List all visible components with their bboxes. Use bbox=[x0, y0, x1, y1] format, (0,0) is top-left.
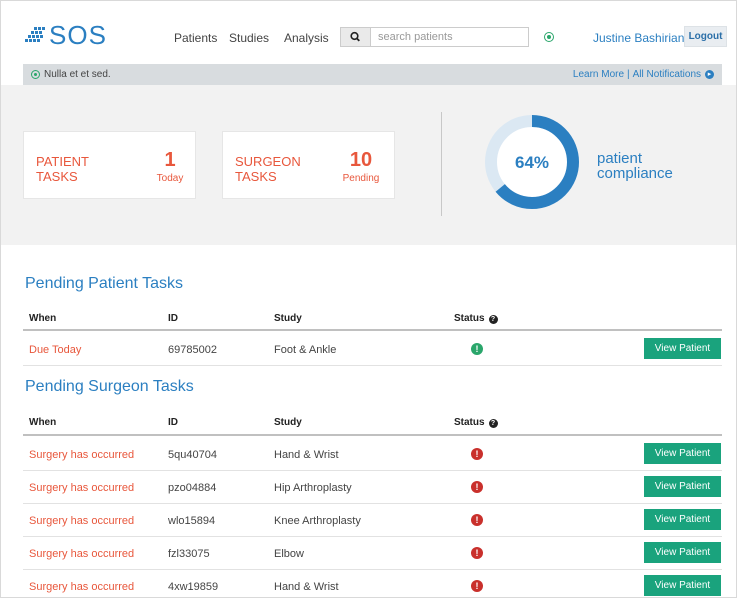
task-when: Surgery has occurred bbox=[29, 449, 135, 461]
col-status: Status? bbox=[454, 313, 498, 324]
pending-patient-tasks-title: Pending Patient Tasks bbox=[25, 275, 184, 292]
nav-studies[interactable]: Studies bbox=[229, 31, 269, 45]
surgeon-tasks-count: 10 bbox=[349, 149, 373, 171]
stats-panel: PATIENT TASKS 1 Today SURGEON TASKS 10 P… bbox=[1, 85, 736, 245]
search-icon bbox=[350, 31, 360, 42]
row-divider bbox=[23, 503, 722, 504]
logout-button[interactable]: Logout bbox=[684, 26, 727, 47]
patient-tasks-sub: Today bbox=[156, 173, 184, 184]
task-study: Hip Arthroplasty bbox=[274, 482, 352, 494]
task-id: fzl33075 bbox=[168, 548, 210, 560]
compliance-label-line2: compliance bbox=[597, 165, 673, 182]
learn-more-link[interactable]: Learn More bbox=[573, 69, 624, 80]
link-separator: | bbox=[627, 69, 630, 80]
row-divider bbox=[23, 365, 722, 366]
task-study: Hand & Wrist bbox=[274, 449, 339, 461]
compliance-label: patient compliance bbox=[597, 151, 673, 181]
col-status-label: Status bbox=[454, 417, 485, 428]
compliance-gauge: 64% bbox=[485, 115, 579, 209]
notification-links: Learn More | All Notifications ▸ bbox=[573, 69, 714, 80]
status-alert-icon: ! bbox=[471, 514, 483, 526]
row-divider bbox=[23, 569, 722, 570]
pending-surgeon-tasks-title: Pending Surgeon Tasks bbox=[25, 378, 194, 395]
top-bar: SOS Patients Studies Analysis Justine Ba… bbox=[1, 1, 736, 61]
task-study: Foot & Ankle bbox=[274, 344, 337, 356]
patient-tasks-label: PATIENT TASKS bbox=[36, 154, 89, 184]
help-icon[interactable]: ? bbox=[488, 419, 498, 428]
task-id: wlo15894 bbox=[168, 515, 216, 527]
view-patient-button[interactable]: View Patient bbox=[644, 338, 721, 359]
task-when: Surgery has occurred bbox=[29, 515, 135, 527]
nav-patients[interactable]: Patients bbox=[174, 31, 217, 45]
col-status-label: Status bbox=[454, 313, 485, 324]
table-header-divider bbox=[23, 329, 722, 331]
arrow-circle-icon[interactable]: ▸ bbox=[705, 70, 714, 79]
patient-tasks-label-line1: PATIENT bbox=[36, 154, 89, 169]
compliance-percent: 64% bbox=[515, 153, 549, 172]
task-when: Surgery has occurred bbox=[29, 548, 135, 560]
col-when: When bbox=[29, 417, 57, 428]
col-study: Study bbox=[274, 417, 302, 428]
surgeon-tasks-label-line1: SURGEON bbox=[235, 154, 301, 169]
col-id: ID bbox=[168, 313, 178, 324]
user-name-link[interactable]: Justine Bashirian bbox=[593, 31, 684, 45]
view-patient-button[interactable]: View Patient bbox=[644, 575, 721, 596]
logo[interactable]: SOS bbox=[25, 22, 107, 48]
patient-tasks-count: 1 bbox=[164, 149, 176, 171]
search-input[interactable] bbox=[371, 27, 529, 47]
status-ok-icon: ! bbox=[471, 343, 483, 355]
logo-grid-icon bbox=[25, 26, 45, 42]
view-patient-button[interactable]: View Patient bbox=[644, 509, 721, 530]
compliance-label-line1: patient bbox=[597, 150, 643, 167]
search-button[interactable] bbox=[340, 27, 371, 47]
task-id: pzo04884 bbox=[168, 482, 217, 494]
help-icon[interactable]: ? bbox=[488, 315, 498, 324]
notification-status-icon bbox=[31, 70, 40, 79]
view-patient-button[interactable]: View Patient bbox=[644, 476, 721, 497]
surgeon-tasks-label: SURGEON TASKS bbox=[235, 154, 301, 184]
notification-bar: Nulla et et sed. Learn More | All Notifi… bbox=[23, 64, 722, 85]
row-divider bbox=[23, 470, 722, 471]
status-alert-icon: ! bbox=[471, 481, 483, 493]
table-header-divider bbox=[23, 434, 722, 436]
task-when: Surgery has occurred bbox=[29, 581, 135, 593]
patient-tasks-label-line2: TASKS bbox=[36, 169, 78, 184]
status-alert-icon: ! bbox=[471, 448, 483, 460]
surgeon-tasks-sub: Pending bbox=[342, 173, 380, 184]
task-id: 5qu40704 bbox=[168, 449, 217, 461]
nav-analysis[interactable]: Analysis bbox=[284, 31, 329, 45]
surgeon-tasks-card[interactable]: SURGEON TASKS 10 Pending bbox=[222, 131, 395, 199]
view-patient-button[interactable]: View Patient bbox=[644, 542, 721, 563]
row-divider bbox=[23, 536, 722, 537]
patient-tasks-card[interactable]: PATIENT TASKS 1 Today bbox=[23, 131, 196, 199]
online-status-icon bbox=[544, 32, 554, 42]
logo-text: SOS bbox=[49, 20, 107, 50]
status-alert-icon: ! bbox=[471, 547, 483, 559]
task-study: Elbow bbox=[274, 548, 304, 560]
col-study: Study bbox=[274, 313, 302, 324]
view-patient-button[interactable]: View Patient bbox=[644, 443, 721, 464]
task-when: Surgery has occurred bbox=[29, 482, 135, 494]
notification-message: Nulla et et sed. bbox=[44, 69, 111, 80]
col-status: Status? bbox=[454, 417, 498, 428]
stats-divider bbox=[441, 112, 442, 216]
task-id: 69785002 bbox=[168, 344, 217, 356]
task-study: Knee Arthroplasty bbox=[274, 515, 361, 527]
col-when: When bbox=[29, 313, 57, 324]
col-id: ID bbox=[168, 417, 178, 428]
surgeon-tasks-label-line2: TASKS bbox=[235, 169, 277, 184]
status-alert-icon: ! bbox=[471, 580, 483, 592]
task-study: Hand & Wrist bbox=[274, 581, 339, 593]
task-when: Due Today bbox=[29, 344, 82, 356]
task-id: 4xw19859 bbox=[168, 581, 219, 593]
all-notifications-link[interactable]: All Notifications bbox=[633, 69, 701, 80]
